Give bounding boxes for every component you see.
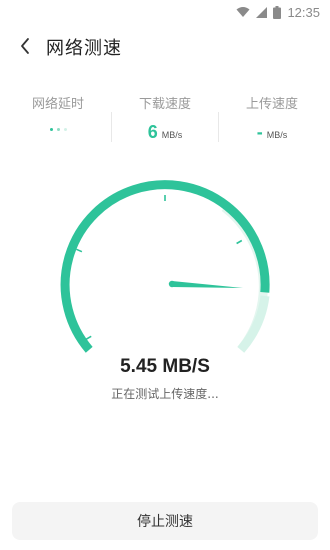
upload-label: 上传速度 — [245, 97, 298, 112]
gauge-ticks — [76, 195, 243, 340]
back-button[interactable] — [10, 30, 40, 62]
stop-test-button[interactable]: 停止测速 — [12, 502, 318, 540]
current-speed: 5.45 MB/S — [120, 356, 210, 377]
test-status: 正在测试上传速度... — [111, 387, 219, 401]
download-stat: 下载速度 6 MB/s — [110, 96, 220, 144]
latency-loading-indicator — [3, 128, 113, 131]
header: 网络测速 — [0, 24, 330, 68]
upload-unit: MB/s — [266, 130, 288, 140]
gauge-needle-hub — [168, 280, 176, 288]
gauge-graphic — [60, 180, 270, 353]
wifi-icon — [236, 7, 250, 17]
speed-gauge — [55, 180, 275, 370]
upload-value: - — [256, 122, 263, 142]
loading-dot — [56, 128, 60, 131]
status-bar: 12:35 — [0, 0, 330, 24]
gauge-tick — [236, 239, 243, 245]
stats-row: 网络延时 下载速度 6 MB/s 上传速度 - MB/s — [0, 96, 330, 156]
battery-icon — [273, 5, 282, 19]
gauge-progress-arc — [60, 180, 270, 353]
download-label: 下载速度 — [138, 97, 191, 112]
status-bar-icons: 12:35 — [236, 4, 320, 20]
gauge-tick — [85, 335, 92, 340]
page-title: 网络测速 — [46, 38, 122, 59]
loading-dot — [63, 128, 67, 131]
latency-label: 网络延时 — [31, 97, 84, 112]
download-value: 6 — [147, 122, 158, 142]
latency-stat: 网络延时 — [3, 96, 113, 131]
stat-divider — [111, 112, 112, 142]
gauge-needle — [172, 281, 243, 288]
gauge-tick — [76, 248, 83, 253]
chevron-left-icon — [21, 38, 29, 54]
status-time: 12:35 — [287, 4, 320, 20]
loading-dot — [49, 128, 53, 131]
cellular-signal-icon — [256, 6, 268, 18]
stat-divider — [218, 112, 219, 142]
upload-stat: 上传速度 - MB/s — [217, 96, 327, 144]
download-unit: MB/s — [161, 130, 183, 140]
